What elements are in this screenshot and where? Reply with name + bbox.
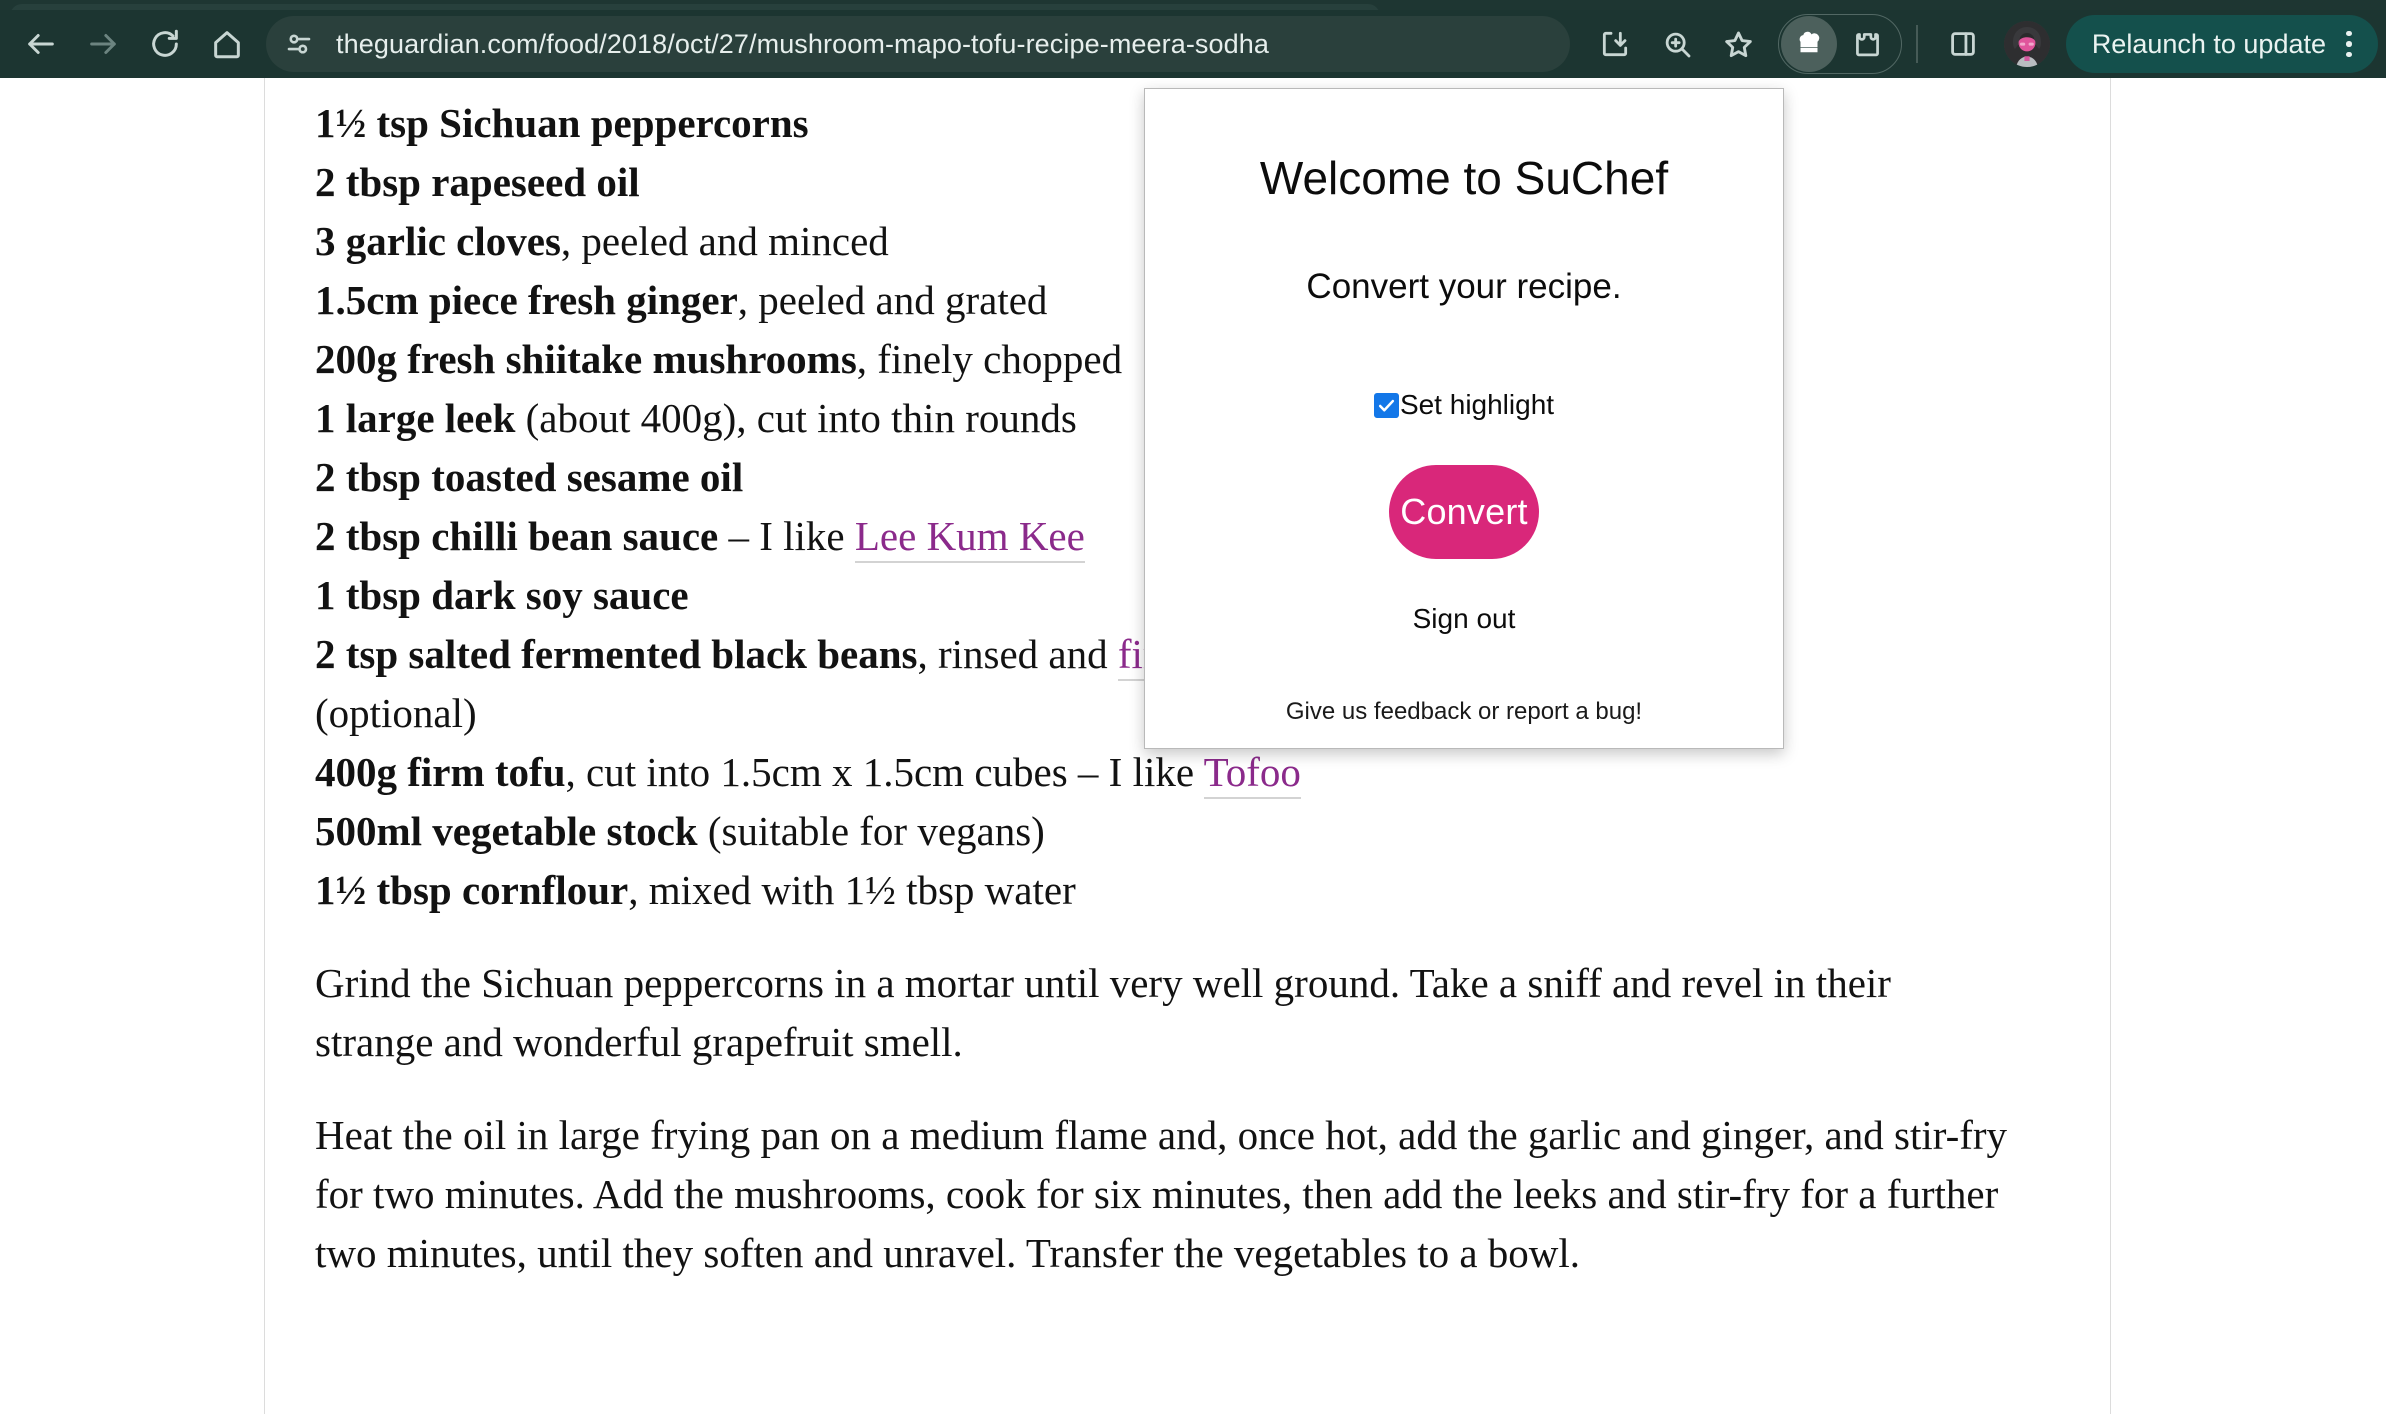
ingredient-note: , finely chopped (856, 336, 1123, 382)
toolbar-right-cluster: Relaunch to update (1584, 13, 2386, 75)
zoom-icon[interactable] (1646, 13, 1708, 75)
profile-avatar[interactable] (2003, 21, 2050, 67)
ingredient-line: 1½ tbsp cornflour, mixed with 1½ tbsp wa… (315, 861, 2015, 920)
ingredient-note: – I like (718, 513, 855, 559)
url-text: theguardian.com/food/2018/oct/27/mushroo… (336, 28, 1270, 59)
browser-toolbar: theguardian.com/food/2018/oct/27/mushroo… (0, 10, 2386, 78)
reload-button[interactable] (134, 13, 196, 75)
ingredient-note: (suitable for vegans) (697, 808, 1045, 854)
chef-hat-extension-icon[interactable] (1780, 16, 1837, 72)
ingredient-link[interactable]: Lee Kum Kee (854, 513, 1085, 563)
column-rule-left (264, 78, 265, 1414)
popup-title: Welcome to SuChef (1259, 152, 1669, 204)
extensions-group (1777, 13, 1902, 75)
ingredient-quantity: 2 tsp salted fermented black beans (315, 631, 918, 677)
ingredient-quantity: 1 tbsp dark soy sauce (315, 572, 689, 618)
ingredient-quantity: 2 tbsp rapeseed oil (315, 159, 640, 205)
ingredient-note: , peeled and minced (560, 218, 889, 264)
relaunch-to-update-button[interactable]: Relaunch to update (2065, 15, 2378, 73)
set-highlight-label: Set highlight (1399, 389, 1555, 420)
ingredient-note: , mixed with 1½ tbsp water (628, 867, 1076, 913)
column-rule-right (2110, 78, 2111, 1414)
ingredient-quantity: 3 garlic cloves (315, 218, 561, 264)
toolbar-divider (1915, 25, 1918, 63)
ingredient-note: , peeled and grated (737, 277, 1048, 323)
feedback-link[interactable]: Give us feedback or report a bug! (1286, 698, 1642, 726)
ingredient-note: , rinsed and (917, 631, 1118, 677)
back-button[interactable] (10, 13, 72, 75)
method-paragraphs: Grind the Sichuan peppercorns in a morta… (315, 954, 2015, 1283)
ingredient-quantity: 200g fresh shiitake mushrooms (315, 336, 857, 382)
home-button[interactable] (196, 13, 258, 75)
relaunch-label: Relaunch to update (2091, 28, 2326, 59)
ingredient-quantity: 2 tbsp chilli bean sauce (315, 513, 719, 559)
ingredient-quantity: 2 tbsp toasted sesame oil (315, 454, 744, 500)
side-panel-icon[interactable] (1932, 13, 1994, 75)
method-paragraph: Grind the Sichuan peppercorns in a morta… (315, 960, 1891, 1065)
chrome-menu-icon[interactable] (2326, 21, 2372, 67)
browser-window: theguardian.com/food/2018/oct/27/mushroo… (0, 0, 2386, 1414)
site-settings-icon[interactable] (276, 21, 322, 67)
ingredient-note: (about 400g), cut into thin rounds (515, 395, 1077, 441)
ingredient-quantity: 1 large leek (315, 395, 516, 441)
convert-button[interactable]: Convert (1389, 465, 1539, 559)
ingredient-quantity: 1½ tsp Sichuan peppercorns (315, 100, 809, 146)
popup-subtitle: Convert your recipe. (1306, 267, 1622, 306)
extensions-puzzle-icon[interactable] (1837, 13, 1899, 75)
sign-out-link[interactable]: Sign out (1413, 603, 1516, 635)
set-highlight-checkbox[interactable] (1373, 392, 1399, 418)
ingredient-quantity: 400g firm tofu (315, 749, 566, 795)
suchef-extension-popup: Welcome to SuChef Convert your recipe. S… (1144, 88, 1784, 749)
set-highlight-row: Set highlight (1373, 389, 1555, 421)
ingredient-line: 400g firm tofu, cut into 1.5cm x 1.5cm c… (315, 743, 2015, 802)
ingredient-quantity: 1.5cm piece fresh ginger (315, 277, 738, 323)
method-paragraph: Heat the oil in large frying pan on a me… (315, 1112, 2008, 1276)
ingredient-note: , cut into 1.5cm x 1.5cm cubes – I like (565, 749, 1204, 795)
navigation-buttons (0, 13, 258, 75)
address-bar[interactable]: theguardian.com/food/2018/oct/27/mushroo… (266, 16, 1570, 72)
ingredient-note: (optional) (315, 690, 477, 736)
ingredient-link[interactable]: Tofoo (1203, 749, 1301, 799)
bookmark-star-icon[interactable] (1708, 13, 1770, 75)
forward-button[interactable] (72, 13, 134, 75)
ingredient-quantity: 500ml vegetable stock (315, 808, 698, 854)
ingredient-quantity: 1½ tbsp cornflour (315, 867, 629, 913)
ingredient-line: 500ml vegetable stock (suitable for vega… (315, 802, 2015, 861)
install-app-icon[interactable] (1584, 13, 1646, 75)
